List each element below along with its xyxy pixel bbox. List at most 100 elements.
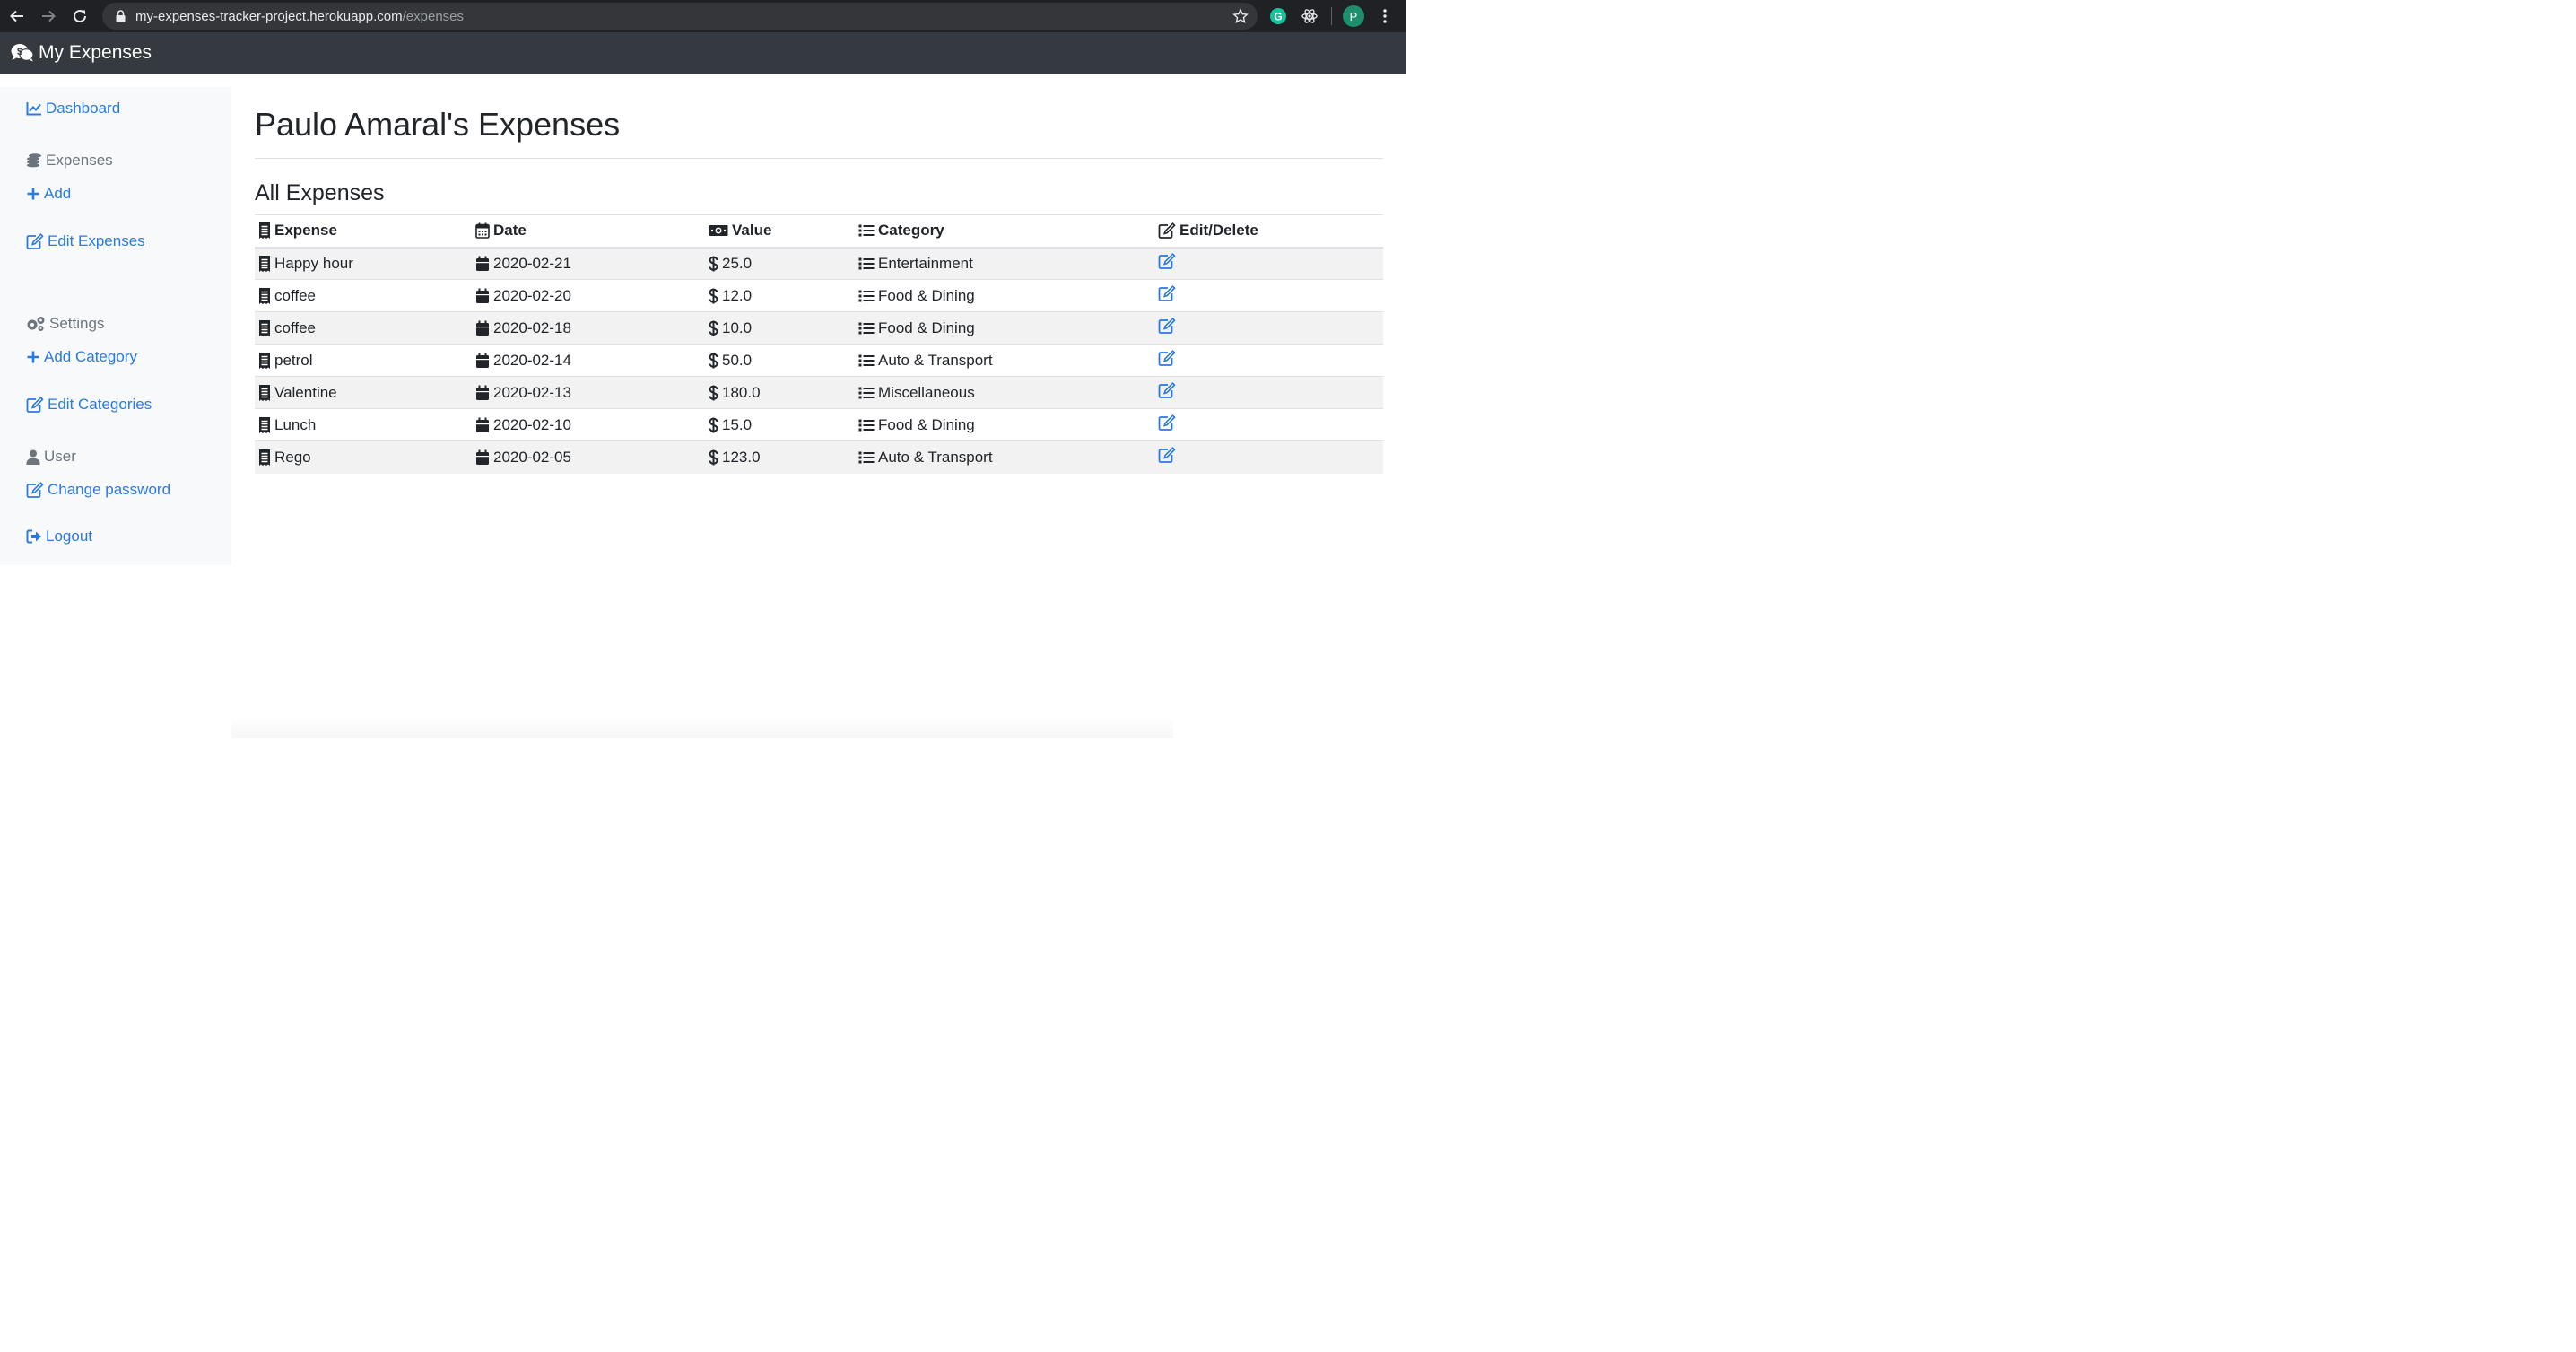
brand-link[interactable]: $ My Expenses (11, 42, 152, 64)
expenses-table: Expense Date Value Category Edit/Delete … (255, 214, 1383, 474)
edit-delete-cell (1154, 279, 1383, 312)
expense-category: Entertainment (878, 254, 973, 272)
category-cell: Entertainment (855, 247, 1154, 280)
sidebar-heading-expenses: Expenses (26, 152, 113, 170)
list-icon (858, 354, 875, 366)
receipt-icon (259, 255, 270, 272)
receipt-icon (259, 319, 270, 336)
url-path: /expenses (402, 9, 465, 24)
money-comments-icon: $ (11, 44, 34, 62)
forward-arrow-icon[interactable] (38, 5, 59, 27)
table-row: Lunch 2020-02-10 15.0 Food & Dining (255, 408, 1383, 441)
profile-avatar[interactable]: P (1343, 5, 1364, 27)
browser-menu-icon[interactable] (1379, 5, 1391, 27)
column-header-label: Date (493, 222, 527, 240)
date-cell: 2020-02-10 (472, 408, 705, 441)
calendar-icon (476, 256, 489, 271)
sidebar-item-label: Dashboard (46, 100, 121, 117)
edit-expense-button[interactable] (1158, 253, 1176, 270)
sidebar-item-dashboard[interactable]: Dashboard (26, 100, 120, 118)
address-bar[interactable]: my-expenses-tracker-project.herokuapp.co… (102, 3, 1258, 30)
column-header-expense: Expense (255, 214, 472, 249)
calendar-icon (476, 417, 489, 432)
calendar-icon (476, 353, 489, 368)
back-arrow-icon[interactable] (6, 5, 28, 27)
expense-date: 2020-02-05 (493, 448, 571, 466)
edit-expense-button[interactable] (1158, 350, 1176, 366)
list-icon (858, 419, 875, 431)
column-header-category: Category (855, 214, 1154, 249)
value-cell: 15.0 (705, 408, 855, 441)
expense-value: 123.0 (722, 448, 761, 466)
sidebar-heading-label: Settings (49, 315, 105, 332)
toolbar-divider (1331, 7, 1332, 25)
list-icon (858, 257, 875, 270)
expense-cell: coffee (255, 311, 472, 345)
expense-cell: Happy hour (255, 247, 472, 280)
expense-name: Rego (274, 448, 311, 466)
plus-icon (27, 188, 39, 200)
section-title: All Expenses (255, 180, 385, 205)
receipt-icon (259, 449, 270, 466)
expense-value: 10.0 (722, 318, 753, 336)
sidebar-heading-user: User (26, 448, 76, 466)
sidebar-item-logout[interactable]: Logout (26, 528, 92, 545)
expense-date: 2020-02-18 (493, 318, 571, 336)
date-cell: 2020-02-21 (472, 247, 705, 280)
expense-date: 2020-02-14 (493, 351, 571, 369)
url-host: my-expenses-tracker-project.herokuapp.co… (135, 9, 403, 24)
category-cell: Food & Dining (855, 408, 1154, 441)
sidebar-item-change-password[interactable]: Change password (26, 481, 170, 499)
edit-delete-cell (1154, 344, 1383, 377)
column-header-label: Value (732, 222, 772, 240)
table-row: petrol 2020-02-14 50.0 Auto & Transport (255, 344, 1383, 377)
user-icon (26, 449, 40, 465)
dollar-sign-icon (709, 320, 718, 336)
edit-expense-button[interactable] (1158, 382, 1176, 398)
page-title: Paulo Amaral's Expenses (255, 106, 621, 143)
expense-name: Valentine (274, 383, 337, 401)
sidebar-heading-label: Expenses (46, 152, 113, 169)
edit-icon (26, 482, 44, 498)
browser-toolbar: my-expenses-tracker-project.herokuapp.co… (0, 0, 1406, 32)
date-cell: 2020-02-20 (472, 279, 705, 312)
expense-category: Food & Dining (878, 318, 975, 336)
calendar-icon (476, 320, 489, 336)
expense-value: 25.0 (722, 254, 753, 272)
edit-expense-button[interactable] (1158, 318, 1176, 334)
table-row: Happy hour 2020-02-21 25.0 Entertainment (255, 247, 1383, 280)
plus-icon (27, 351, 39, 363)
edit-expense-button[interactable] (1158, 447, 1176, 464)
reload-icon[interactable] (69, 5, 91, 27)
expense-cell: Lunch (255, 408, 472, 441)
dollar-sign-icon (709, 288, 718, 303)
column-header-date: Date (472, 214, 705, 249)
bookmark-star-icon[interactable] (1232, 8, 1249, 29)
calendar-icon (475, 222, 490, 240)
dollar-sign-icon (709, 449, 718, 466)
list-icon (858, 290, 875, 301)
table-header-row: Expense Date Value Category Edit/Delete (255, 214, 1383, 249)
brand-title: My Expenses (39, 42, 152, 63)
sidebar-item-edit-categories[interactable]: Edit Categories (26, 396, 152, 414)
react-devtools-extension-icon[interactable] (1300, 6, 1319, 26)
sidebar-item-edit-expenses[interactable]: Edit Expenses (26, 232, 145, 250)
receipt-icon (259, 222, 270, 240)
expense-category: Auto & Transport (878, 351, 993, 369)
edit-expense-button[interactable] (1158, 285, 1176, 301)
edit-icon (1158, 447, 1176, 464)
list-icon (858, 387, 875, 398)
page-bottom-shadow (231, 718, 1173, 738)
expense-name: Lunch (274, 415, 317, 433)
value-cell: 25.0 (705, 247, 855, 280)
category-cell: Auto & Transport (855, 440, 1154, 474)
date-cell: 2020-02-13 (472, 376, 705, 409)
edit-expense-button[interactable] (1158, 414, 1176, 431)
edit-delete-cell (1154, 311, 1383, 345)
sidebar-item-add[interactable]: Add (26, 185, 71, 203)
sidebar-item-add-category[interactable]: Add Category (26, 348, 137, 366)
grammarly-extension-icon[interactable]: G (1268, 6, 1288, 26)
column-header-edit-delete: Edit/Delete (1154, 214, 1383, 249)
expense-name: petrol (274, 351, 313, 369)
expense-date: 2020-02-10 (493, 415, 571, 433)
